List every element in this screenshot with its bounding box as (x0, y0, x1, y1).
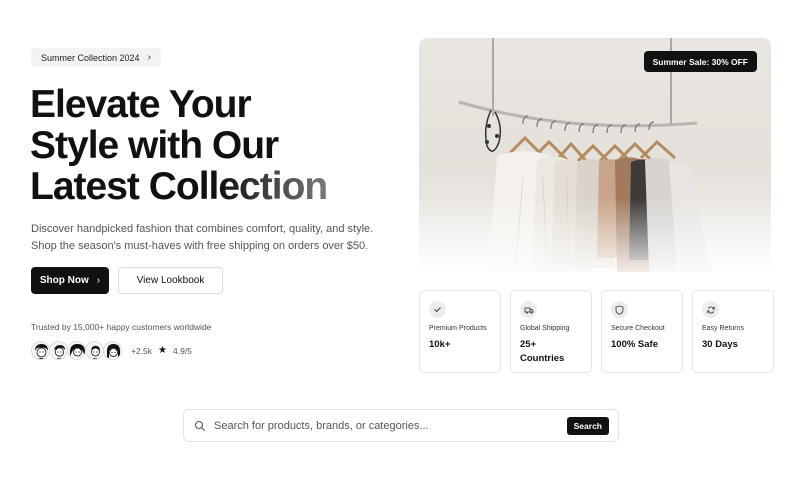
shield-icon (611, 301, 628, 318)
feature-card-global-shipping: Global Shipping 25+ Countries (510, 290, 592, 373)
view-lookbook-label: View Lookbook (136, 275, 205, 286)
feature-value: 30 Days (702, 339, 738, 350)
avatar (49, 341, 68, 360)
sale-badge: Summer Sale: 30% OFF (643, 51, 757, 72)
chevron-right-icon: › (96, 275, 101, 286)
hero-description: Discover handpicked fashion that combine… (31, 223, 374, 252)
hero-image: Summer Sale: 30% OFF (419, 38, 771, 272)
feature-card-premium-products: Premium Products 10k+ (419, 290, 501, 373)
feature-value: 100% Safe (611, 339, 659, 350)
view-lookbook-button[interactable]: View Lookbook (118, 267, 223, 294)
feature-list: Premium Products 10k+ Global Shipping 25… (419, 290, 774, 373)
chevron-right-icon: › (147, 51, 151, 63)
shop-now-label: Shop Now (39, 275, 89, 286)
feature-label: Secure Checkout (611, 325, 665, 332)
social-stats: +2.5k ★ 4.9/5 (131, 345, 192, 356)
search-button[interactable]: Search (566, 416, 609, 435)
refresh-icon (702, 301, 719, 318)
truck-icon (520, 301, 537, 318)
feature-card-easy-returns: Easy Returns 30 Days (692, 290, 774, 373)
headline-line-3-a: Latest (30, 165, 149, 208)
feature-label: Premium Products (429, 325, 487, 332)
feature-card-secure-checkout: Secure Checkout 100% Safe (601, 290, 683, 373)
check-icon (429, 301, 446, 318)
avatar (85, 341, 104, 360)
feature-value: 10k+ (429, 339, 451, 350)
collection-badge-label: Summer Collection 2024 (41, 52, 140, 63)
headline-line-1: Elevate Your (30, 83, 252, 126)
collection-badge[interactable]: Summer Collection 2024 › (31, 48, 161, 67)
customer-avatars: +2.5k ★ 4.9/5 (31, 341, 192, 360)
rating: 4.9/5 (173, 345, 192, 356)
headline-line-2: Style with Our (30, 124, 279, 167)
customer-count: +2.5k (131, 345, 153, 356)
feature-label: Easy Returns (702, 325, 745, 332)
avatar (67, 341, 86, 360)
star-icon: ★ (158, 345, 167, 356)
shop-now-button[interactable]: Shop Now › (31, 267, 109, 294)
clothing-rack-illustration (419, 38, 771, 272)
feature-value: 25+ Countries (520, 339, 565, 364)
trusted-text: Trusted by 15,000+ happy customers world… (31, 322, 212, 332)
avatar (103, 341, 122, 360)
feature-label: Global Shipping (520, 325, 570, 332)
page-title: Elevate Your Style with Our Latest Colle… (30, 84, 410, 207)
headline-line-3-b: Collection (148, 165, 329, 208)
search-bar: Search (183, 409, 619, 442)
search-icon (194, 420, 206, 432)
avatar (31, 341, 50, 360)
search-input[interactable] (214, 419, 567, 432)
